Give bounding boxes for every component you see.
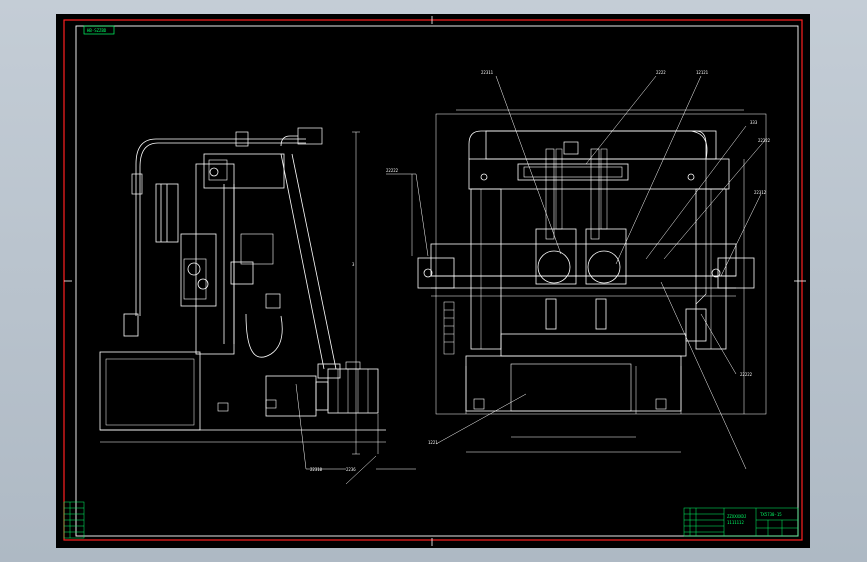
callout-left-2: 2236 [346, 467, 356, 472]
front-view [386, 75, 767, 470]
side-view [99, 127, 416, 485]
title-block-company-1: ZZXXXXDJ [727, 514, 746, 519]
cad-viewport[interactable]: HB-SZZBD 22310 2236 3 22311 2222 12121 3… [0, 0, 867, 562]
drawing-sheet: HB-SZZBD 22310 2236 3 22311 2222 12121 3… [56, 14, 810, 548]
callout-right-4: 333 [750, 120, 758, 125]
title-block-name: TX5730-15 [760, 512, 782, 517]
callout-right-1: 22311 [481, 70, 494, 75]
callout-right-3: 12121 [696, 70, 709, 75]
title-block-company-2: 1111112 [727, 520, 744, 525]
drawing-canvas: HB-SZZBD 22310 2236 3 22311 2222 12121 3… [63, 16, 806, 546]
inner-frame [75, 25, 799, 537]
callout-right-7: 22222 [386, 168, 399, 173]
callout-right-8: 1221 [428, 440, 438, 445]
callout-right-9: 22222 [740, 372, 753, 377]
callout-labels: 22310 2236 3 22311 2222 12121 333 22222 … [310, 70, 771, 472]
callout-right-5: 22222 [758, 138, 771, 143]
callout-left-3: 3 [352, 262, 355, 267]
corner-tag: HB-SZZBD [83, 25, 115, 35]
callout-right-6: 22312 [754, 190, 767, 195]
corner-tag-text: HB-SZZBD [87, 28, 107, 33]
callout-left-1: 22310 [310, 467, 323, 472]
title-block: TX5730-15 ZZXXXXDJ 1111112 [683, 507, 799, 537]
callout-right-2: 2222 [656, 70, 666, 75]
revision-table [63, 501, 85, 539]
center-marks [64, 16, 806, 546]
